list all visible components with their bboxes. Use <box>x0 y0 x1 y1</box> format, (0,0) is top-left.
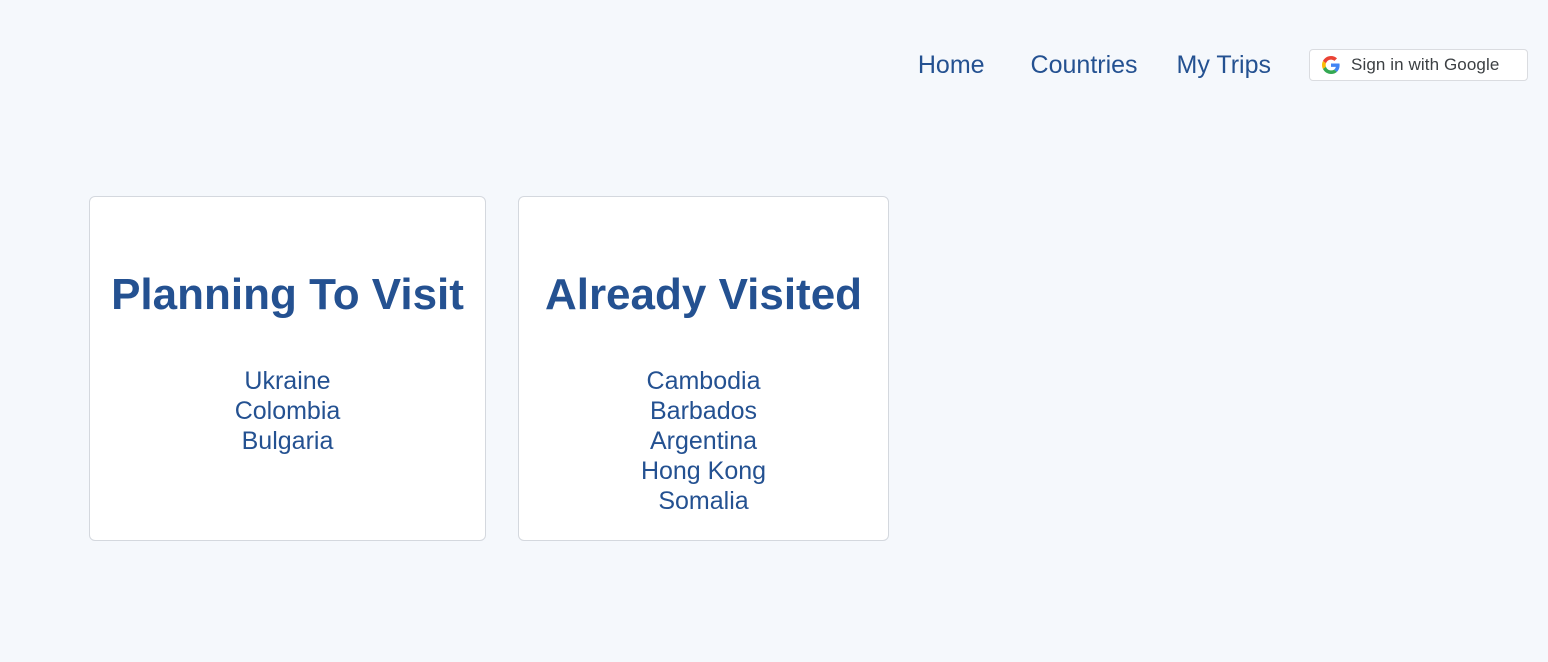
google-signin-label: Sign in with Google <box>1351 55 1500 74</box>
google-logo-icon <box>1322 56 1340 74</box>
visited-card-title: Already Visited <box>544 270 863 319</box>
top-nav: Home Countries My Trips Sign in with Goo… <box>918 49 1528 81</box>
planning-card-title: Planning To Visit <box>111 270 464 319</box>
google-signin-button[interactable]: Sign in with Google <box>1309 49 1528 81</box>
visited-country-item[interactable]: Hong Kong <box>519 456 888 486</box>
visited-country-item[interactable]: Barbados <box>519 396 888 426</box>
planning-country-item[interactable]: Colombia <box>90 396 485 426</box>
planning-country-list: Ukraine Colombia Bulgaria <box>90 366 485 456</box>
visited-country-item[interactable]: Somalia <box>519 486 888 516</box>
visited-country-list: Cambodia Barbados Argentina Hong Kong So… <box>519 366 888 516</box>
visited-country-item[interactable]: Argentina <box>519 426 888 456</box>
page: Home Countries My Trips Sign in with Goo… <box>0 0 1548 662</box>
already-visited-card: Already Visited Cambodia Barbados Argent… <box>518 196 889 541</box>
planning-country-item[interactable]: Bulgaria <box>90 426 485 456</box>
planning-country-item[interactable]: Ukraine <box>90 366 485 396</box>
nav-link-my-trips[interactable]: My Trips <box>1177 49 1271 81</box>
planning-to-visit-card: Planning To Visit Ukraine Colombia Bulga… <box>89 196 486 541</box>
nav-link-home[interactable]: Home <box>918 49 985 81</box>
visited-country-item[interactable]: Cambodia <box>519 366 888 396</box>
nav-link-countries[interactable]: Countries <box>1031 49 1138 81</box>
